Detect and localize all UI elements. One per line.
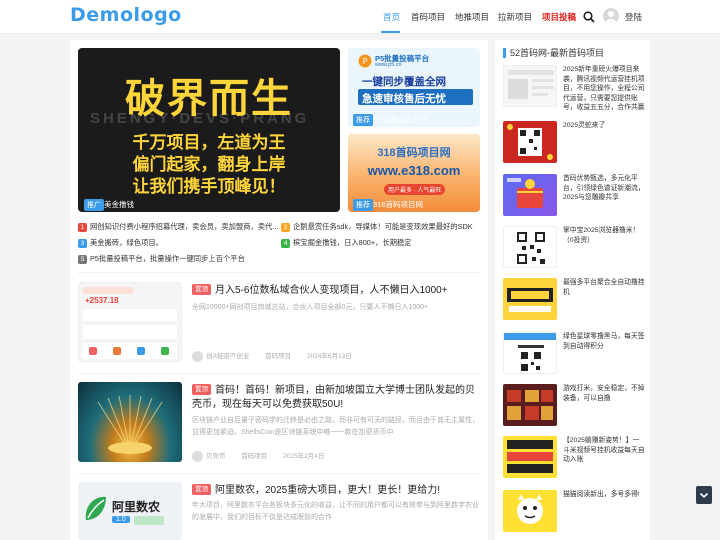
ad2-tag: 推荐 <box>353 199 373 211</box>
sidebar-item-9-title[interactable]: 猫猫阅读新出，多号多得! <box>563 490 645 500</box>
divider <box>78 272 480 273</box>
post-1-thumb-amount: +2537.18 <box>85 296 119 305</box>
sidebar-item-9-thumbnail[interactable] <box>503 490 557 532</box>
post-2-title[interactable]: 置顶 首码！首码！新项目，由新加坡国立大学博士团队发起的贝壳币，现在每天可以免费获… <box>192 384 480 412</box>
chevron-down-icon <box>699 492 709 499</box>
ad2-sub: 用户最多 · 人气最旺 <box>384 184 446 195</box>
post-1-excerpt: 全网10000+网创项目商城总站，合伙人项目全部0元，只要人不懒日入1000+ <box>192 304 429 311</box>
post-3-excerpt: 年大项目，阿里数农平台各板块多元化的收益，让不同的用户都可以有效参与到阿里数字农… <box>192 502 479 521</box>
sidebar-item-5-thumbnail[interactable] <box>503 278 557 320</box>
ad2-line-2: www.e318.com <box>367 163 461 178</box>
post-2-excerpt: 区块链产业自后量子密码学的迁移是必由之路，而非可有可无的路径，而且由于其无主属性… <box>192 417 479 436</box>
post-2-meta: 贝壳币 首码项目 2025年2月4日 <box>192 450 338 462</box>
sidebar-item-4-thumbnail[interactable] <box>503 226 557 268</box>
nav-first-code[interactable]: 首码项目 <box>411 11 445 23</box>
sidebar-item-4-title[interactable]: 掌中宝2025浏览器撸米！（0投资） <box>563 226 645 245</box>
post-2-category[interactable]: 首码项目 <box>241 453 267 460</box>
sidebar-item-1-title[interactable]: 2025新年重磅火爆项目来袭，腾讯视频代运营挂机项目，不用您操作，全程公司代运营… <box>563 65 645 113</box>
banner-headline: 破界而生 <box>125 76 293 122</box>
sidebar-item-7-title[interactable]: 游戏打米，安全稳定，不掉装备，可以自撸 <box>563 384 645 403</box>
sidebar-title: 52首码网-最新首码项目 <box>503 48 604 58</box>
quick-link-2[interactable]: 2 企鹅悬赏任务sdk，导媒体！可能是变现效果最好的SDK <box>281 222 473 232</box>
divider <box>78 373 480 374</box>
nav-ground-push[interactable]: 地推项目 <box>455 11 489 23</box>
divider <box>78 473 480 474</box>
ad-318-site[interactable]: 318首码项目网 www.e318.com 用户最多 · 人气最旺 推荐 318… <box>348 134 480 212</box>
ad1-line-2: 急速审核售后无忧 <box>362 93 446 105</box>
sidebar-item-2-thumbnail[interactable] <box>503 121 557 163</box>
sidebar-item-3[interactable]: 首码优势甄选，多元化平台，引领绿色谱证新潮流，2025与您雕瓣共享 <box>503 174 645 218</box>
site-logo[interactable]: Demologo <box>70 4 182 26</box>
top-bar: Demologo 首页 首码项目 地推项目 拉新项目 项目投稿 登陆 <box>0 0 720 34</box>
post-item-3: 阿里数农 1.0 置顶 阿里数农，2025重磅大项目，更大！更长！更给力! 年大项… <box>78 482 480 540</box>
nav-pull-new[interactable]: 拉新项目 <box>498 11 532 23</box>
post-1-author[interactable]: 创A轻资产创业 <box>206 353 249 360</box>
post-item-2: 置顶 首码！首码！新项目，由新加坡国立大学博士团队发起的贝壳币，现在每天可以免费获… <box>78 382 480 472</box>
sidebar-item-2-title[interactable]: 2025灵蛇来了 <box>563 121 645 131</box>
post-2-thumbnail[interactable] <box>78 382 182 462</box>
post-3-thumb-brand: 阿里数农 <box>112 500 161 514</box>
leaf-logo-icon <box>85 496 106 520</box>
author-avatar <box>192 450 203 462</box>
nav-submit-project[interactable]: 项目投稿 <box>542 11 576 23</box>
p5-logo-icon: P <box>358 54 372 68</box>
author-avatar <box>192 350 203 362</box>
sidebar-item-8[interactable]: 【2025躺赚新姿势！】一斗米视频号挂机收益每天自动入账 <box>503 436 645 480</box>
ad1-tag: 推荐 <box>353 114 373 126</box>
sidebar-item-1[interactable]: 2025新年重磅火爆项目来袭，腾讯视频代运营挂机项目，不用您操作，全程公司代运营… <box>503 65 645 111</box>
sidebar-item-2[interactable]: 2025灵蛇来了 <box>503 121 645 165</box>
sidebar-item-7[interactable]: 游戏打米，安全稳定，不掉装备，可以自撸 <box>503 384 645 428</box>
sidebar-item-6-thumbnail[interactable] <box>503 332 557 374</box>
banner-caption[interactable]: 美金撸钱 <box>104 199 134 210</box>
sidebar-item-1-thumbnail[interactable] <box>503 65 557 107</box>
post-3-thumb-version: 1.0 <box>112 516 130 523</box>
sidebar-item-7-thumbnail[interactable] <box>503 384 557 426</box>
post-1-category[interactable]: 首码项目 <box>265 353 291 360</box>
main-column: SHENGY·DEVS·PRANG 破界而生 千万项目，左道为王 偏门起家，翻身… <box>70 40 488 540</box>
post-3-title[interactable]: 置顶 阿里数农，2025重磅大项目，更大！更长！更给力! <box>192 484 480 498</box>
pinned-badge: 置顶 <box>192 384 211 395</box>
sidebar-item-4[interactable]: 掌中宝2025浏览器撸米！（0投资） <box>503 226 645 270</box>
ad2-line-1: 318首码项目网 <box>377 147 451 159</box>
pinned-badge: 置顶 <box>192 284 211 295</box>
quick-link-4[interactable]: 4 槟宝掘金撸钱，日入800+，长期稳定 <box>281 238 412 248</box>
post-3-thumbnail[interactable]: 阿里数农 1.0 <box>78 482 182 540</box>
sidebar-item-6[interactable]: 绿色星球零撸黑马，每天签到自动得积分 <box>503 332 645 376</box>
sidebar-item-8-thumbnail[interactable] <box>503 436 557 478</box>
post-2-author[interactable]: 贝壳币 <box>206 453 226 460</box>
user-avatar-icon[interactable] <box>603 8 619 24</box>
pinned-badge: 置顶 <box>192 484 211 495</box>
post-1-meta: 创A轻资产创业 首码项目 2024年6月13日 <box>192 350 366 362</box>
quick-link-5[interactable]: 5 P5批量投稿平台，批量操作一键同步上百个平台 <box>78 254 245 264</box>
banner-tag: 推广 <box>84 199 104 211</box>
nav-active-indicator <box>381 31 400 33</box>
post-2-date: 2025年2月4日 <box>283 453 325 460</box>
ad-p5-platform[interactable]: P P5批量投稿平台 www.p5.cn 一键同步覆盖全网 急速审核售后无忧 推… <box>348 48 480 127</box>
sidebar-item-3-thumbnail[interactable] <box>503 174 557 216</box>
post-1-date: 2024年6月13日 <box>306 353 352 360</box>
nav-home[interactable]: 首页 <box>383 11 400 23</box>
sidebar: 52首码网-最新首码项目 2025新年重磅火爆项目来袭，腾讯视频代运营挂机项目，… <box>495 40 650 540</box>
sidebar-item-5[interactable]: 最强多平台聚合全自动撸挂机 <box>503 278 645 322</box>
post-item-1: +2537.18 置顶 月入5-6位数私域合伙人变现项目，人不懒日入1000+ 全… <box>78 282 480 372</box>
sidebar-item-3-title[interactable]: 首码优势甄选，多元化平台，引领绿色谱证新潮流，2025与您雕瓣共享 <box>563 174 645 203</box>
ad1-site: www.p5.cn <box>375 62 402 68</box>
post-1-thumbnail[interactable]: +2537.18 <box>78 282 182 362</box>
sidebar-item-5-title[interactable]: 最强多平台聚合全自动撸挂机 <box>563 278 645 297</box>
post-1-title[interactable]: 置顶 月入5-6位数私域合伙人变现项目，人不懒日入1000+ <box>192 284 480 298</box>
sidebar-item-6-title[interactable]: 绿色星球零撸黑马，每天签到自动得积分 <box>563 332 645 351</box>
ad1-caption[interactable]: P5批量投稿平台 <box>373 114 427 125</box>
svg-text:P: P <box>363 57 368 66</box>
quick-link-3[interactable]: 3 美金搬砖，绿色项目。 <box>78 238 163 248</box>
search-icon[interactable] <box>583 11 595 23</box>
banner-slider[interactable]: SHENGY·DEVS·PRANG 破界而生 千万项目，左道为王 偏门起家，翻身… <box>78 48 340 212</box>
ad2-caption[interactable]: 318首码项目网 <box>373 199 423 210</box>
ad1-line-1: 一键同步覆盖全网 <box>362 76 446 88</box>
back-to-top-button[interactable] <box>696 486 712 504</box>
banner-line-3: 让我们携手顶峰见！ <box>132 177 286 197</box>
quick-link-1[interactable]: 1 网创知识付费小程序招募代理，卖会员，卖加盟商，卖代... <box>78 222 279 232</box>
login-link[interactable]: 登陆 <box>625 11 642 23</box>
sidebar-item-8-title[interactable]: 【2025躺赚新姿势！】一斗米视频号挂机收益每天自动入账 <box>563 436 645 465</box>
sidebar-item-9[interactable]: 猫猫阅读新出，多号多得! <box>503 490 645 534</box>
